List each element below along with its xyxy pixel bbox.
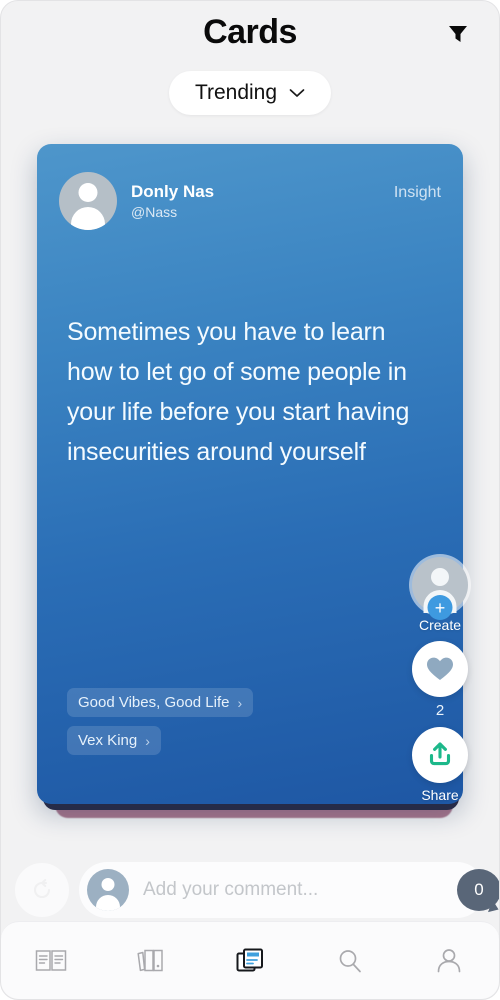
sort-dropdown-label: Trending xyxy=(194,81,278,104)
stacked-cards-icon xyxy=(236,948,263,971)
avatar xyxy=(87,869,129,911)
comment-input-wrap: 0 xyxy=(79,862,499,918)
search-icon xyxy=(339,949,361,972)
card-kind-label: Insight xyxy=(393,184,441,201)
like-button[interactable]: 2 xyxy=(412,641,468,719)
chevron-right-icon: › xyxy=(145,732,150,749)
bottom-nav xyxy=(1,921,499,999)
comment-input[interactable] xyxy=(143,879,475,901)
bookshelf-icon xyxy=(137,949,164,971)
person-icon xyxy=(437,948,461,972)
author-name: Donly Nas xyxy=(131,182,215,202)
header: Cards xyxy=(1,1,499,69)
tag-label: Vex King xyxy=(78,732,138,749)
reset-button[interactable] xyxy=(15,863,69,917)
app-screen: Cards Trending Donly Nas @Nass Insight S… xyxy=(0,0,500,1000)
sort-dropdown[interactable]: Trending xyxy=(168,71,332,115)
nav-item-search[interactable] xyxy=(300,922,400,999)
share-upload-icon xyxy=(429,742,451,766)
share-button[interactable]: Share xyxy=(412,727,468,803)
page-title: Cards xyxy=(203,13,297,51)
chevron-down-icon xyxy=(289,89,305,97)
open-book-icon xyxy=(35,949,67,971)
card-deck: Donly Nas @Nass Insight Sometimes you ha… xyxy=(37,144,468,818)
filter-button[interactable] xyxy=(439,15,477,53)
tag-chip[interactable]: Vex King › xyxy=(67,726,161,755)
refresh-reset-icon xyxy=(33,878,51,899)
like-circle xyxy=(412,641,468,697)
heart-icon xyxy=(427,657,453,680)
share-label: Share xyxy=(421,787,459,803)
filter-funnel-icon xyxy=(449,26,467,42)
comment-count-badge[interactable]: 0 xyxy=(457,869,499,911)
nav-item-profile[interactable] xyxy=(399,922,499,999)
author-meta: Donly Nas @Nass xyxy=(131,181,394,220)
nav-item-read[interactable] xyxy=(1,922,101,999)
like-count: 2 xyxy=(435,702,445,719)
sort-row: Trending xyxy=(1,71,499,115)
card-header: Donly Nas @Nass Insight xyxy=(37,144,463,230)
tag-label: Good Vibes, Good Life xyxy=(78,694,230,711)
comment-count: 0 xyxy=(474,880,484,899)
quote-text: Sometimes you have to learn how to let g… xyxy=(67,318,410,466)
nav-item-library[interactable] xyxy=(101,922,201,999)
plus-badge-icon: + xyxy=(427,595,453,620)
tag-chip[interactable]: Good Vibes, Good Life › xyxy=(67,688,254,717)
author-handle: @Nass xyxy=(131,203,178,220)
avatar xyxy=(59,172,117,230)
share-circle xyxy=(412,727,468,783)
nav-item-cards[interactable] xyxy=(200,922,300,999)
comment-bar: 0 xyxy=(1,859,499,921)
create-button[interactable]: + Create xyxy=(412,557,468,633)
person-plus-icon: + xyxy=(412,557,468,620)
action-rail: + Create 2 Share xyxy=(395,557,485,809)
avatar-head xyxy=(431,568,449,586)
chevron-right-icon: › xyxy=(237,694,243,711)
tag-list: Good Vibes, Good Life › Vex King › xyxy=(67,688,254,764)
